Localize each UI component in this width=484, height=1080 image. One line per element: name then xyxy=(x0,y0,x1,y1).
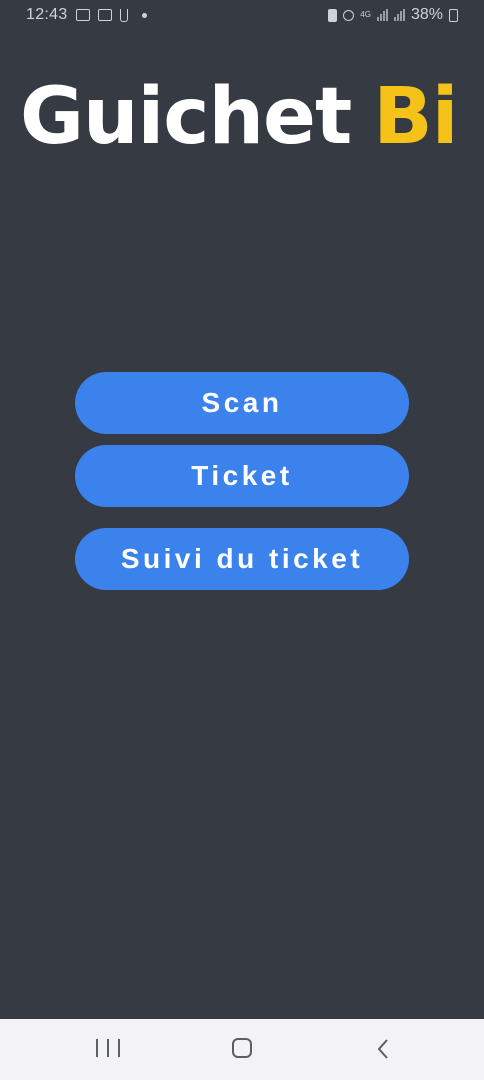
gallery-icon xyxy=(75,9,90,21)
scan-button[interactable]: Scan xyxy=(75,372,409,434)
home-icon[interactable] xyxy=(232,1038,252,1058)
status-right: 4G 38% xyxy=(328,6,458,24)
logo-text-guichet: Guichet xyxy=(20,72,352,162)
status-left: 12:43 xyxy=(26,6,147,24)
ticket-button[interactable]: Ticket xyxy=(75,445,409,507)
battery-icon xyxy=(449,8,458,22)
recents-icon[interactable] xyxy=(96,1039,120,1059)
status-bar: 12:43 4G 38% xyxy=(0,0,484,32)
battery-percent: 38% xyxy=(410,6,443,23)
network-type: 4G xyxy=(360,10,371,19)
notification-dot-icon xyxy=(141,12,147,18)
usb-icon xyxy=(119,8,128,22)
signal-icon xyxy=(376,9,388,21)
navigation-bar xyxy=(0,1019,484,1080)
image-icon xyxy=(97,9,112,21)
status-time: 12:43 xyxy=(26,6,68,23)
mute-icon xyxy=(328,8,338,22)
back-icon[interactable] xyxy=(372,1037,396,1061)
ticket-tracking-button[interactable]: Suivi du ticket xyxy=(75,528,409,590)
app-screen: 12:43 4G 38% Guichet Bi Scan Ticket Suivi… xyxy=(0,0,484,1080)
signal-icon xyxy=(393,9,405,21)
app-logo: Guichet Bi xyxy=(20,72,458,162)
alarm-icon xyxy=(343,9,355,21)
logo-text-bi: Bi xyxy=(373,72,458,162)
